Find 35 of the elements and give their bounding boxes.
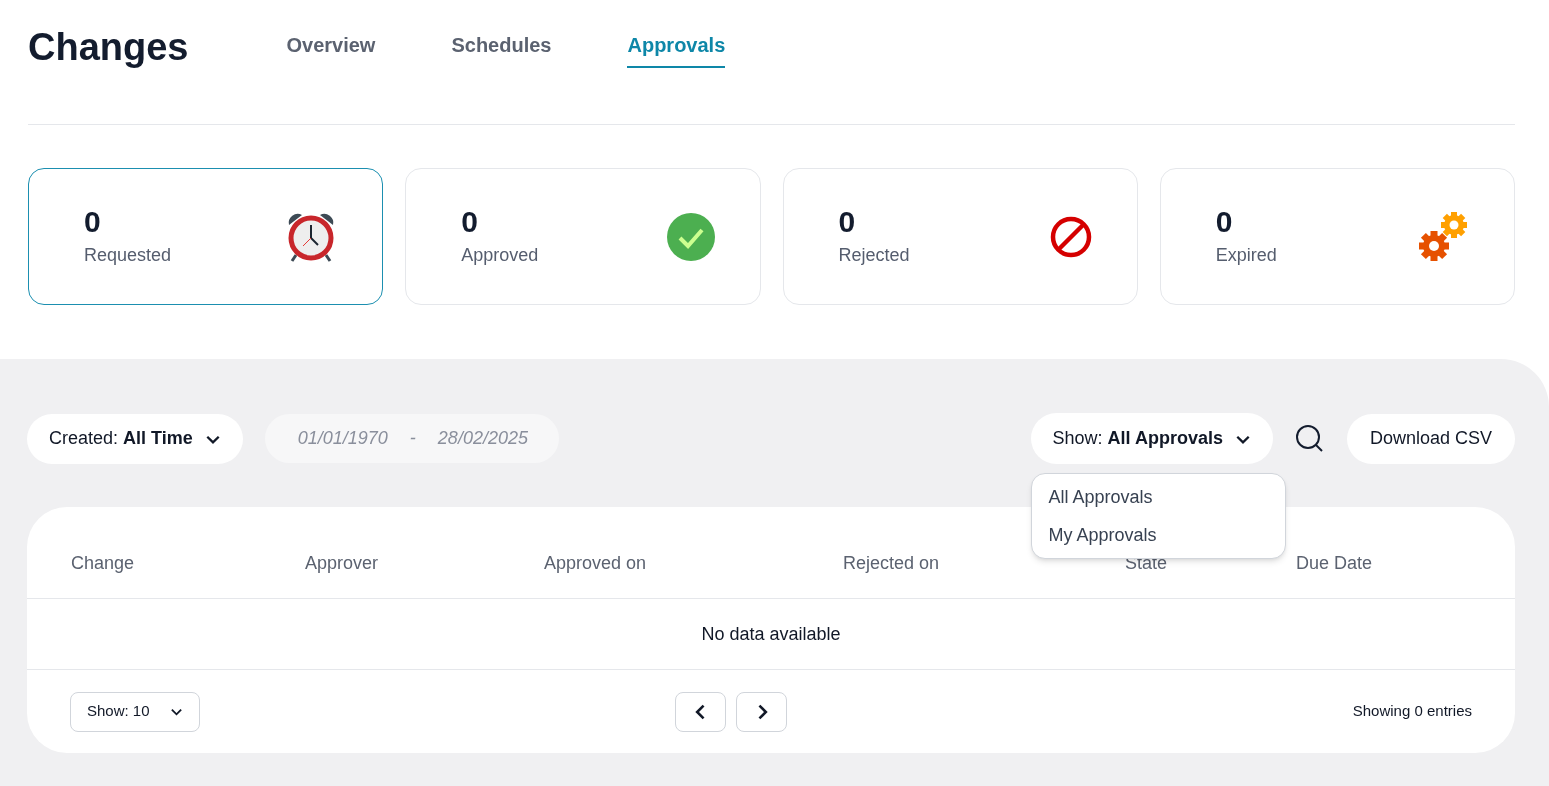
column-header: Due Date [1296,552,1374,575]
stat-count: 0 [838,204,857,240]
download-csv-button[interactable]: Download CSV [1346,413,1515,464]
tab[interactable]: Overview [286,30,376,68]
column-header: Change [71,552,136,575]
stat-card[interactable]: 0 Requested [28,168,384,305]
stat-card[interactable]: 0 Rejected [782,168,1138,305]
stat-label: Requested [84,244,172,267]
show-filter-dropdown[interactable]: Show: All Approvals [1030,413,1273,464]
column-header: Approved on [544,552,648,575]
stat-card[interactable]: 0 Expired [1159,168,1515,305]
tab[interactable]: Schedules [451,30,552,68]
check-circle-icon [666,212,715,261]
stat-label: Rejected [838,244,910,267]
stat-count: 0 [84,204,102,240]
stat-count: 0 [461,204,479,240]
previous-page-button[interactable] [675,691,727,732]
entries-summary: Showing 0 entries [1352,701,1472,722]
dropdown-option[interactable]: All Approvals [1031,478,1285,516]
empty-message: No data available [701,622,841,646]
created-filter-dropdown[interactable]: Created: All Time [27,413,243,464]
stat-label: Expired [1215,244,1277,267]
search-icon[interactable] [1294,423,1325,454]
column-header: Approver [305,552,380,575]
stat-label: Approved [461,244,539,267]
tab[interactable]: Approvals [627,30,726,68]
dropdown-option[interactable]: My Approvals [1031,516,1285,554]
gears-icon [1419,210,1469,263]
page-title: Changes [28,25,189,70]
next-page-button[interactable] [736,691,788,732]
stat-card[interactable]: 0 Approved [405,168,761,305]
stat-count: 0 [1215,204,1234,240]
column-header: Rejected on [843,552,941,575]
page-size-select[interactable]: Show: 10 [70,691,200,732]
prohibited-icon [1049,215,1092,258]
